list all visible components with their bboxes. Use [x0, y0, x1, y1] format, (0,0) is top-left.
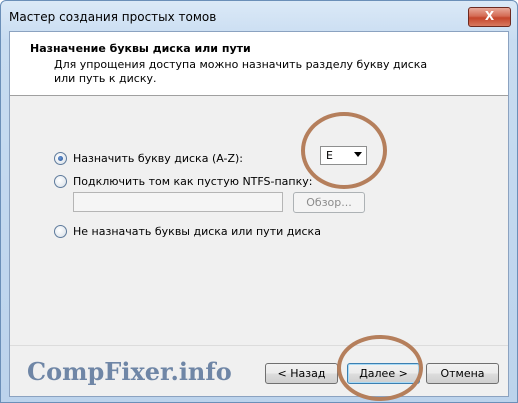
browse-button[interactable]: Обзор...	[293, 192, 365, 213]
annotation-circle-next-button	[337, 335, 423, 401]
option-no-letter[interactable]: Не назначать буквы диска или пути диска	[54, 223, 321, 239]
site-watermark: CompFixer.info	[27, 357, 232, 386]
title-bar[interactable]: Мастер создания простых томов X	[1, 1, 517, 31]
no-letter-radio[interactable]	[54, 224, 67, 238]
page-title: Назначение буквы диска или пути	[30, 42, 251, 55]
cancel-button[interactable]: Отмена	[426, 363, 499, 384]
assign-letter-label: Назначить букву диска (A-Z):	[73, 151, 244, 165]
close-icon: X	[484, 9, 495, 23]
page-subtitle: Для упрощения доступа можно назначить ра…	[54, 58, 428, 85]
wizard-window: Мастер создания простых томов X Назначен…	[0, 0, 518, 403]
no-letter-label: Не назначать буквы диска или пути диска	[73, 224, 321, 238]
annotation-circle-drive-letter	[301, 112, 387, 189]
mount-folder-radio[interactable]	[54, 174, 67, 188]
assign-letter-radio[interactable]	[54, 151, 67, 165]
wizard-client-area: Назначение буквы диска или пути Для упро…	[9, 31, 509, 397]
close-button[interactable]: X	[468, 7, 511, 27]
footer-divider	[10, 345, 508, 346]
option-assign-letter[interactable]: Назначить букву диска (A-Z):	[54, 150, 243, 166]
mount-folder-label: Подключить том как пустую NTFS-папку:	[73, 174, 313, 188]
folder-path-field[interactable]	[73, 192, 283, 212]
option-mount-folder[interactable]: Подключить том как пустую NTFS-папку:	[54, 173, 312, 189]
back-button[interactable]: < Назад	[265, 363, 338, 384]
wizard-header: Назначение буквы диска или пути Для упро…	[10, 32, 508, 96]
window-title: Мастер создания простых томов	[9, 10, 217, 24]
